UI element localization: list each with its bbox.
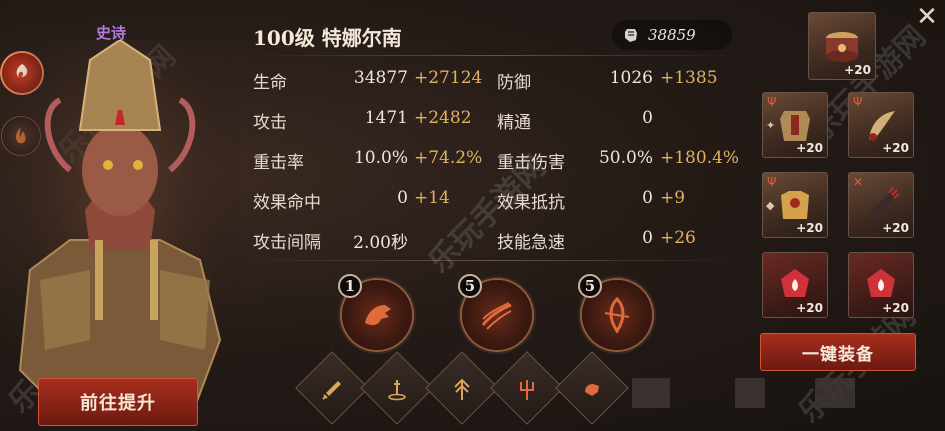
equip-level: +20 (796, 141, 823, 155)
stat-row: 效果抵抗 0 +9 (497, 188, 737, 213)
stat-label: 攻击间隔 (253, 233, 321, 253)
stat-bonus: +14 (414, 188, 450, 208)
trident-icon (507, 370, 547, 410)
sword-icon (312, 370, 352, 410)
stat-label: 重击伤害 (497, 153, 565, 173)
equip-all-button[interactable]: 一键装备 (760, 333, 916, 371)
stat-value: 2.00秒 (353, 233, 408, 253)
stat-value: 0 (642, 108, 653, 128)
hero-name: 100级 特娜尔南 (253, 26, 402, 50)
header-divider (248, 55, 738, 56)
equip-slot-chest[interactable]: Ψ ✦ +20 (762, 92, 828, 158)
fist-icon (572, 370, 612, 410)
stat-value: 0 (397, 188, 408, 208)
equip-level: +20 (882, 301, 909, 315)
stat-value: 34877 (353, 68, 408, 88)
claw-slash-icon (481, 302, 512, 330)
stat-row: 攻击 1471 +2482 (253, 108, 493, 133)
stat-value: 50.0% (598, 148, 653, 168)
stat-row: 效果命中 0 +14 (253, 188, 493, 213)
stat-bonus: +74.2% (414, 148, 483, 168)
stat-label: 效果命中 (253, 193, 321, 213)
sword-ground-icon (377, 370, 417, 410)
stat-label: 攻击 (253, 113, 287, 133)
stats-divider (248, 260, 738, 261)
stat-bonus: +1385 (660, 68, 718, 88)
power-badge: 38859 (612, 20, 732, 50)
stat-bonus: +2482 (414, 108, 472, 128)
dragon-head-icon (365, 305, 391, 326)
equip-level: +20 (882, 141, 909, 155)
stat-value: 1471 (364, 108, 408, 128)
stat-value: 0 (642, 188, 653, 208)
equip-slot-relic[interactable]: +20 (808, 12, 876, 80)
stat-label: 重击率 (253, 153, 304, 173)
power-fist-icon (624, 27, 638, 43)
stat-label: 效果抵抗 (497, 193, 565, 213)
stat-value: 10.0% (353, 148, 408, 168)
stat-value: 1026 (609, 68, 653, 88)
skill-level-badge: 5 (578, 274, 602, 298)
blurred-region (815, 378, 855, 408)
stat-bonus: +26 (660, 228, 696, 248)
equip-level: +20 (844, 63, 871, 77)
close-icon[interactable]: ✕ (912, 2, 942, 32)
stat-label: 生命 (253, 73, 287, 93)
stat-bonus: +9 (660, 188, 686, 208)
stat-row: 技能急速 0 +26 (497, 228, 737, 253)
stat-row: 重击伤害 50.0% +180.4% (497, 148, 740, 173)
blade-swirl-icon (604, 296, 630, 334)
hero-portrait (0, 40, 240, 420)
equip-slot-weapon[interactable]: Ψ +20 (848, 92, 914, 158)
stat-label: 防御 (497, 73, 531, 93)
blurred-region (632, 378, 670, 408)
upgrade-button[interactable]: 前往提升 (38, 378, 198, 426)
equip-slot-armor[interactable]: Ψ ◆ +20 (762, 172, 828, 238)
stat-row: 重击率 10.0% +74.2% (253, 148, 493, 173)
stat-bonus: +27124 (414, 68, 483, 88)
equip-level: +20 (796, 301, 823, 315)
skill-level-badge: 5 (458, 274, 482, 298)
blurred-region (735, 378, 765, 408)
stat-row: 精通 0 (497, 108, 737, 133)
skill-level-badge: 1 (338, 274, 362, 298)
equip-slot-gem-1[interactable]: +20 (762, 252, 828, 318)
stat-bonus: +180.4% (660, 148, 740, 168)
equip-slot-gauntlet[interactable]: ✕ +20 (848, 172, 914, 238)
equip-level: +20 (796, 221, 823, 235)
stat-row: 生命 34877 +27124 (253, 68, 493, 93)
stat-value: 0 (642, 228, 653, 248)
stat-row: 攻击间隔 2.00秒 (253, 228, 493, 253)
stat-label: 技能急速 (497, 233, 565, 253)
equip-level: +20 (882, 221, 909, 235)
stat-row: 防御 1026 +1385 (497, 68, 737, 93)
power-value: 38859 (648, 26, 696, 44)
trident-up-icon (442, 370, 482, 410)
equip-slot-gem-2[interactable]: +20 (848, 252, 914, 318)
stat-label: 精通 (497, 113, 531, 133)
